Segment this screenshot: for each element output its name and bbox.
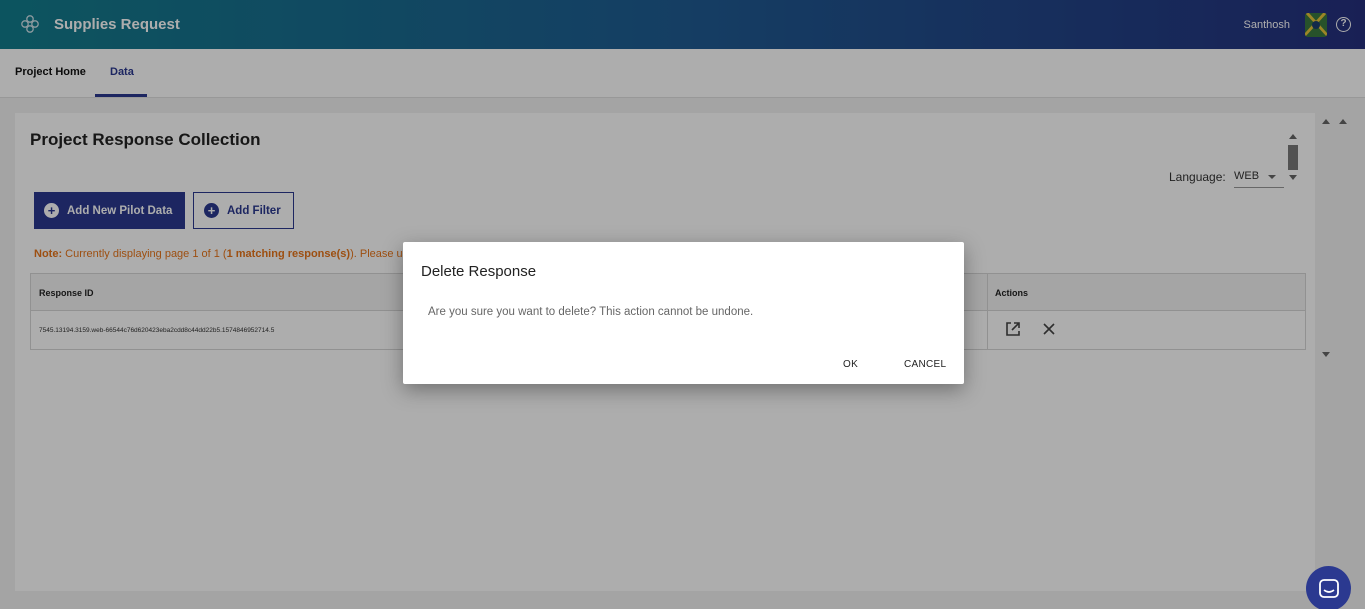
dialog-message: Are you sure you want to delete? This ac… (428, 306, 754, 318)
chat-launcher-button[interactable] (1306, 566, 1351, 609)
ok-button[interactable]: OK (843, 359, 858, 370)
cancel-button[interactable]: CANCEL (904, 359, 946, 370)
delete-response-dialog: Delete Response Are you sure you want to… (403, 242, 964, 384)
chat-icon (1318, 578, 1339, 598)
dialog-title: Delete Response (421, 263, 537, 280)
